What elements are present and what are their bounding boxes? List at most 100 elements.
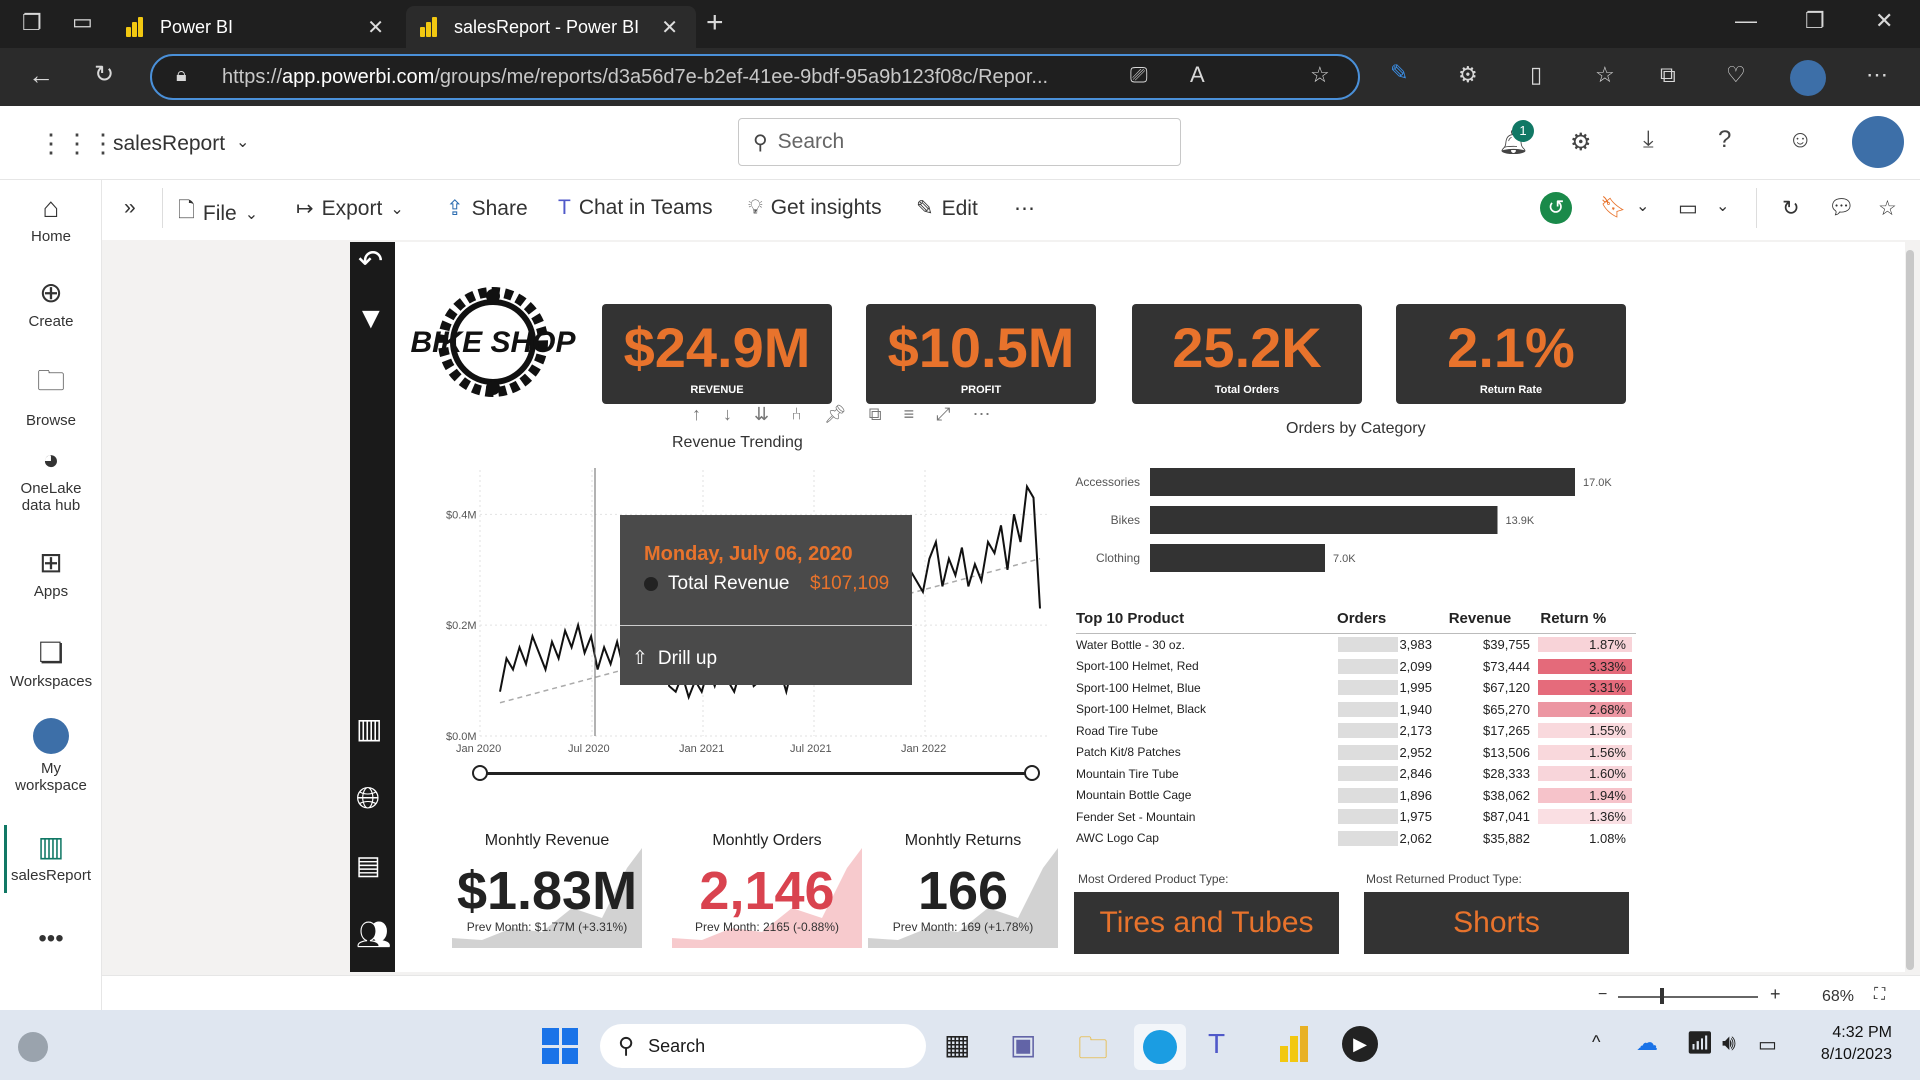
view-icon[interactable]: ▭ <box>1678 196 1698 221</box>
nav-home[interactable]: ⌂ Home <box>0 192 102 245</box>
windows-start-icon[interactable] <box>542 1028 578 1064</box>
pen-extension-icon[interactable]: ✎ <box>1390 60 1408 86</box>
task-view-icon[interactable]: ▦ <box>944 1028 970 1061</box>
nav-my-workspace[interactable]: My workspace <box>0 718 102 794</box>
kpi-card-return-rate[interactable]: 2.1% Return Rate <box>1396 304 1626 404</box>
pin-icon[interactable]: 📌︎ <box>824 404 847 425</box>
report-name[interactable]: salesReport <box>113 132 225 156</box>
refresh-icon[interactable]: ↻ <box>94 60 114 89</box>
chat-in-teams-button[interactable]: T Chat in Teams <box>558 196 713 220</box>
copy-icon[interactable]: ⧉ <box>869 404 882 425</box>
zoom-slider[interactable] <box>1618 996 1758 998</box>
favorites-icon[interactable]: ☆ <box>1595 62 1615 88</box>
comment-icon[interactable]: 💬︎ <box>1828 196 1855 220</box>
chevron-down-icon[interactable]: ⌄ <box>236 132 249 152</box>
date-slider-track[interactable] <box>480 772 1032 775</box>
close-tab-icon[interactable]: ✕ <box>367 15 384 40</box>
date-slider-start-handle[interactable] <box>472 765 488 781</box>
drill-up-icon[interactable]: ↑ <box>692 404 701 425</box>
app-available-icon[interactable]: ⎚ <box>1130 62 1148 88</box>
help-icon[interactable]: ? <box>1718 126 1731 154</box>
nav-create[interactable]: ⊕ Create <box>0 276 102 330</box>
focus-mode-icon[interactable]: ⤢ <box>936 404 950 425</box>
chart-page-icon[interactable]: ▥ <box>356 712 382 745</box>
feedback-smiley-icon[interactable]: ☺ <box>1788 126 1813 154</box>
new-tab-icon[interactable]: + <box>706 6 724 40</box>
table-row[interactable]: Water Bottle - 30 oz. 3,983 $39,755 1.87% <box>1076 634 1636 656</box>
nav-browse[interactable]: 🗀 Browse <box>0 360 102 429</box>
fit-page-icon[interactable]: ⛶ <box>1874 986 1885 1004</box>
lock-icon[interactable]: 🔒︎ <box>176 64 187 87</box>
close-window-icon[interactable]: ✕ <box>1875 8 1893 34</box>
search-box[interactable]: ⚲ Search <box>738 118 1181 166</box>
settings-gear-icon[interactable]: ⚙ <box>1570 128 1592 157</box>
table-row[interactable]: Sport-100 Helmet, Black 1,940 $65,270 2.68% <box>1076 699 1636 721</box>
close-tab-icon[interactable]: ✕ <box>661 15 678 40</box>
collections-icon[interactable]: ⧉ <box>1660 62 1676 88</box>
chevron-up-icon[interactable]: ^ <box>1592 1032 1600 1053</box>
filter-icon[interactable]: ▼ <box>356 302 386 336</box>
table-row[interactable]: Mountain Tire Tube 2,846 $28,333 1.60% <box>1076 763 1636 785</box>
monthly-kpi-card[interactable]: Monhtly Revenue $1.83M Prev Month: $1.77M … <box>452 828 642 948</box>
more-menu-icon[interactable]: ⋯ <box>1866 62 1888 88</box>
table-row[interactable]: AWC Logo Cap 2,062 $35,882 1.08% <box>1076 828 1636 850</box>
zoom-out-icon[interactable]: − <box>1598 986 1607 1004</box>
people-icon[interactable]: 👥︎ <box>356 918 392 951</box>
extensions-icon[interactable]: ⚙ <box>1458 62 1478 88</box>
performance-icon[interactable]: ♡ <box>1726 62 1746 88</box>
profile-avatar[interactable] <box>1790 60 1826 96</box>
category-bar[interactable] <box>1150 544 1325 572</box>
chevron-down-icon[interactable]: ⌄ <box>1716 196 1729 216</box>
monthly-kpi-card[interactable]: Monhtly Orders 2,146 Prev Month: 2165 (-0.… <box>672 828 862 948</box>
app-launcher-icon[interactable]: ⋮⋮⋮ <box>38 128 116 159</box>
restore-icon[interactable]: ❐ <box>1805 8 1825 34</box>
refresh-icon[interactable]: ↻ <box>1782 196 1800 221</box>
filter-lines-icon[interactable]: ≡ <box>904 404 915 425</box>
favorite-star-icon[interactable]: ☆ <box>1878 196 1897 221</box>
user-avatar[interactable] <box>1852 116 1904 168</box>
zoom-slider-handle[interactable] <box>1660 988 1664 1004</box>
table-row[interactable]: Mountain Bottle Cage 1,896 $38,062 1.94% <box>1076 785 1636 807</box>
workspaces-icon[interactable]: ❐ <box>22 10 42 36</box>
file-explorer-icon[interactable]: 🗀 <box>1078 1026 1108 1077</box>
table-row[interactable]: Sport-100 Helmet, Red 2,099 $73,444 3.33% <box>1076 656 1636 678</box>
back-icon[interactable]: ← <box>28 60 54 91</box>
column-header[interactable]: Top 10 Product <box>1076 610 1337 627</box>
monthly-kpi-card[interactable]: Monhtly Returns 166 Prev Month: 169 (+1.78… <box>868 828 1058 948</box>
clock[interactable]: 4:32 PM 8/10/2023 <box>1800 1022 1892 1066</box>
export-menu[interactable]: ↦ Export ⌄ <box>296 196 404 221</box>
table-row[interactable]: Road Tire Tube 2,173 $17,265 1.55% <box>1076 720 1636 742</box>
orders-by-category-chart[interactable]: Accessories 17.0K Bikes 13.9K Clothing 7.0K <box>1070 462 1630 582</box>
drill-up-action[interactable]: ⇧ Drill up <box>632 647 717 670</box>
battery-icon[interactable]: ▭ <box>1758 1032 1777 1057</box>
teams-chat-icon[interactable]: ▣ <box>1010 1028 1036 1061</box>
drill-down-icon[interactable]: ↓ <box>723 404 732 425</box>
split-screen-icon[interactable]: ▯ <box>1530 62 1542 88</box>
share-button[interactable]: ⇪ Share <box>446 196 528 221</box>
category-bar[interactable] <box>1150 506 1498 534</box>
file-menu[interactable]: 🗋 File ⌄ <box>178 196 258 231</box>
onedrive-icon[interactable]: ☁ <box>1636 1030 1658 1056</box>
read-aloud-icon[interactable]: A <box>1190 62 1205 88</box>
table-row[interactable]: Sport-100 Helmet, Blue 1,995 $67,120 3.31% <box>1076 677 1636 699</box>
url-field[interactable]: 🔒︎ https://app.powerbi.com/groups/me/rep… <box>150 54 1360 100</box>
more-options-icon[interactable]: ⋯ <box>973 404 991 425</box>
wifi-icon[interactable]: 📶︎ <box>1686 1030 1714 1056</box>
get-insights-button[interactable]: 💡︎ Get insights <box>748 196 882 220</box>
minimize-icon[interactable]: — <box>1735 8 1757 34</box>
expand-icon[interactable]: » <box>124 196 136 220</box>
column-header[interactable]: Orders <box>1337 610 1437 627</box>
kpi-card-profit[interactable]: $10.5M PROFIT <box>866 304 1096 404</box>
powerbi-taskbar-icon[interactable] <box>1280 1026 1308 1062</box>
nav-onelake[interactable]: ◕ OneLake data hub <box>0 444 102 514</box>
zoom-in-icon[interactable]: + <box>1770 984 1781 1005</box>
tab-powerbi[interactable]: Power BI ✕ <box>112 6 402 48</box>
table-row[interactable]: Fender Set - Mountain 1,975 $87,041 1.36% <box>1076 806 1636 828</box>
back-arrow-icon[interactable]: ↶ <box>358 244 383 279</box>
nav-apps[interactable]: ⊞ Apps <box>0 546 102 600</box>
category-bar[interactable] <box>1150 468 1575 496</box>
box-icon[interactable]: ▤ <box>356 850 381 881</box>
download-icon[interactable]: ⤓ <box>1643 126 1654 154</box>
taskbar-search[interactable]: ⚲ Search <box>600 1024 926 1068</box>
teams-icon[interactable]: T <box>1208 1028 1225 1060</box>
